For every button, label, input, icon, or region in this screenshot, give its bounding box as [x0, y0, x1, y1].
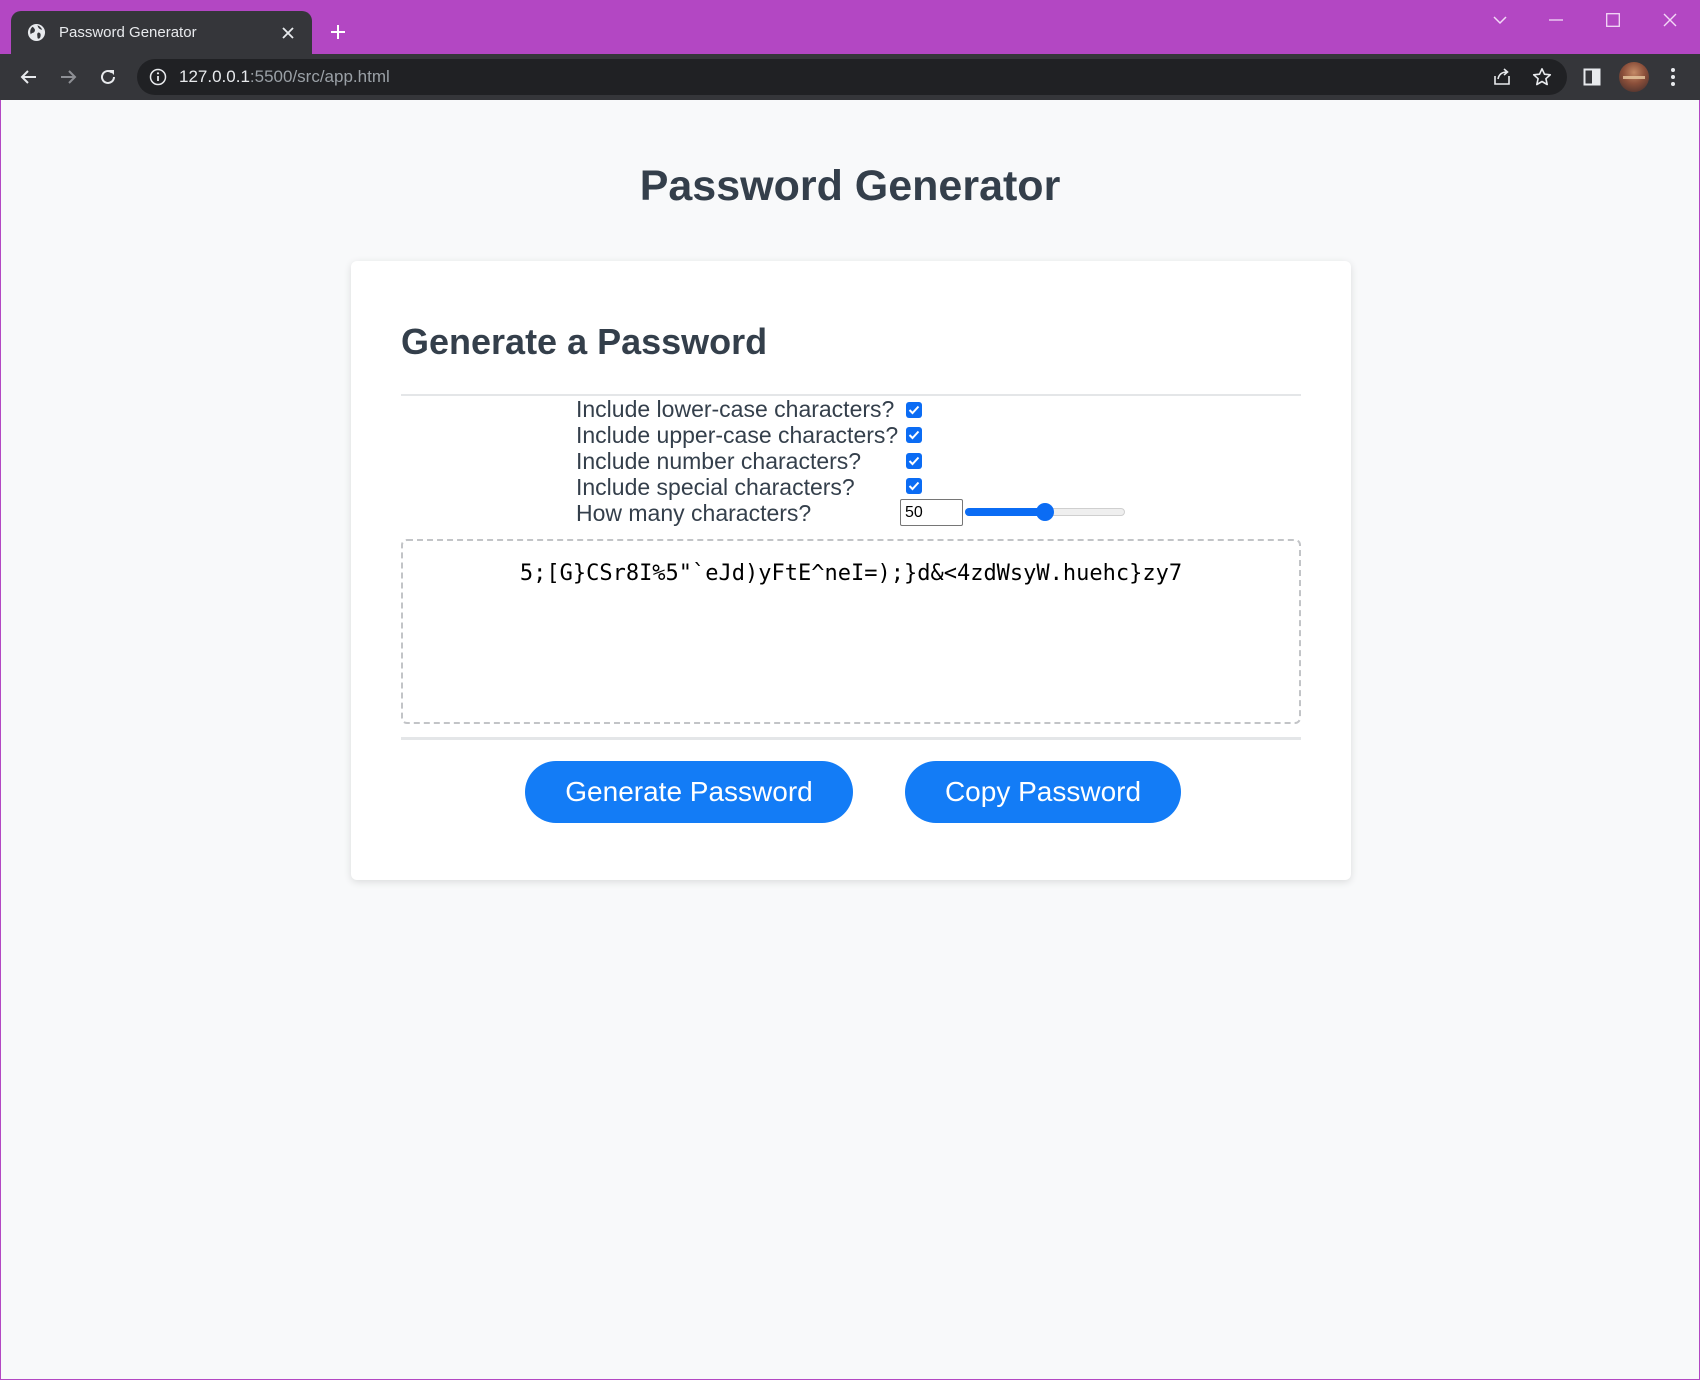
info-icon[interactable] — [149, 68, 167, 86]
tab-title: Password Generator — [59, 24, 197, 41]
forward-icon[interactable] — [55, 64, 81, 90]
special-label: Include special characters? — [576, 474, 855, 500]
copy-password-button[interactable]: Copy Password — [905, 761, 1181, 823]
tab-bar: Password Generator — [0, 0, 1700, 54]
slider-fill — [965, 508, 1045, 516]
url-path: :5500/src/app.html — [249, 67, 390, 86]
number-label: Include number characters? — [576, 448, 862, 474]
page-viewport: Password Generator Generate a Password I… — [1, 100, 1699, 1379]
lowercase-checkbox[interactable] — [906, 402, 922, 418]
generate-password-button[interactable]: Generate Password — [525, 761, 853, 823]
length-label: How many characters? — [576, 500, 812, 526]
address-bar[interactable]: 127.0.0.1:5500/src/app.html — [137, 59, 1567, 95]
length-input[interactable] — [900, 499, 963, 526]
uppercase-checkbox[interactable] — [906, 427, 922, 443]
password-text: 5;[G}CSr8I%5"`eJd)yFtE^neI=);}d&<4zdWsyW… — [519, 561, 1183, 586]
close-icon[interactable] — [278, 23, 298, 43]
browser-tab[interactable]: Password Generator — [11, 11, 312, 54]
menu-dots-icon[interactable] — [1660, 64, 1686, 90]
close-window-icon[interactable] — [1650, 8, 1690, 32]
globe-icon — [27, 23, 46, 42]
side-panel-icon[interactable] — [1579, 64, 1605, 90]
maximize-icon[interactable] — [1593, 8, 1633, 32]
number-checkbox[interactable] — [906, 453, 922, 469]
profile-avatar[interactable] — [1619, 62, 1649, 92]
divider — [401, 737, 1301, 740]
lowercase-label: Include lower-case characters? — [576, 396, 895, 422]
browser-window: Password Generator 127.0.0.1:5500/src/ap… — [0, 0, 1700, 1380]
generator-card: Generate a Password Include lower-case c… — [351, 261, 1351, 880]
slider-thumb[interactable] — [1036, 503, 1054, 521]
reload-icon[interactable] — [95, 64, 121, 90]
password-display: 5;[G}CSr8I%5"`eJd)yFtE^neI=);}d&<4zdWsyW… — [401, 539, 1301, 724]
back-icon[interactable] — [16, 64, 42, 90]
share-icon[interactable] — [1491, 66, 1513, 88]
card-header: Generate a Password — [401, 321, 768, 362]
bookmark-star-icon[interactable] — [1531, 66, 1553, 88]
special-checkbox[interactable] — [906, 478, 922, 494]
browser-toolbar: 127.0.0.1:5500/src/app.html — [0, 54, 1700, 100]
uppercase-label: Include upper-case characters? — [576, 422, 899, 448]
new-tab-button[interactable] — [326, 20, 350, 44]
url-host: 127.0.0.1 — [179, 67, 250, 86]
url-text[interactable]: 127.0.0.1:5500/src/app.html — [179, 59, 390, 95]
length-slider[interactable] — [965, 502, 1125, 522]
page-title: Password Generator — [639, 162, 1061, 210]
minimize-icon[interactable] — [1536, 8, 1576, 32]
tab-search-icon[interactable] — [1480, 8, 1520, 32]
